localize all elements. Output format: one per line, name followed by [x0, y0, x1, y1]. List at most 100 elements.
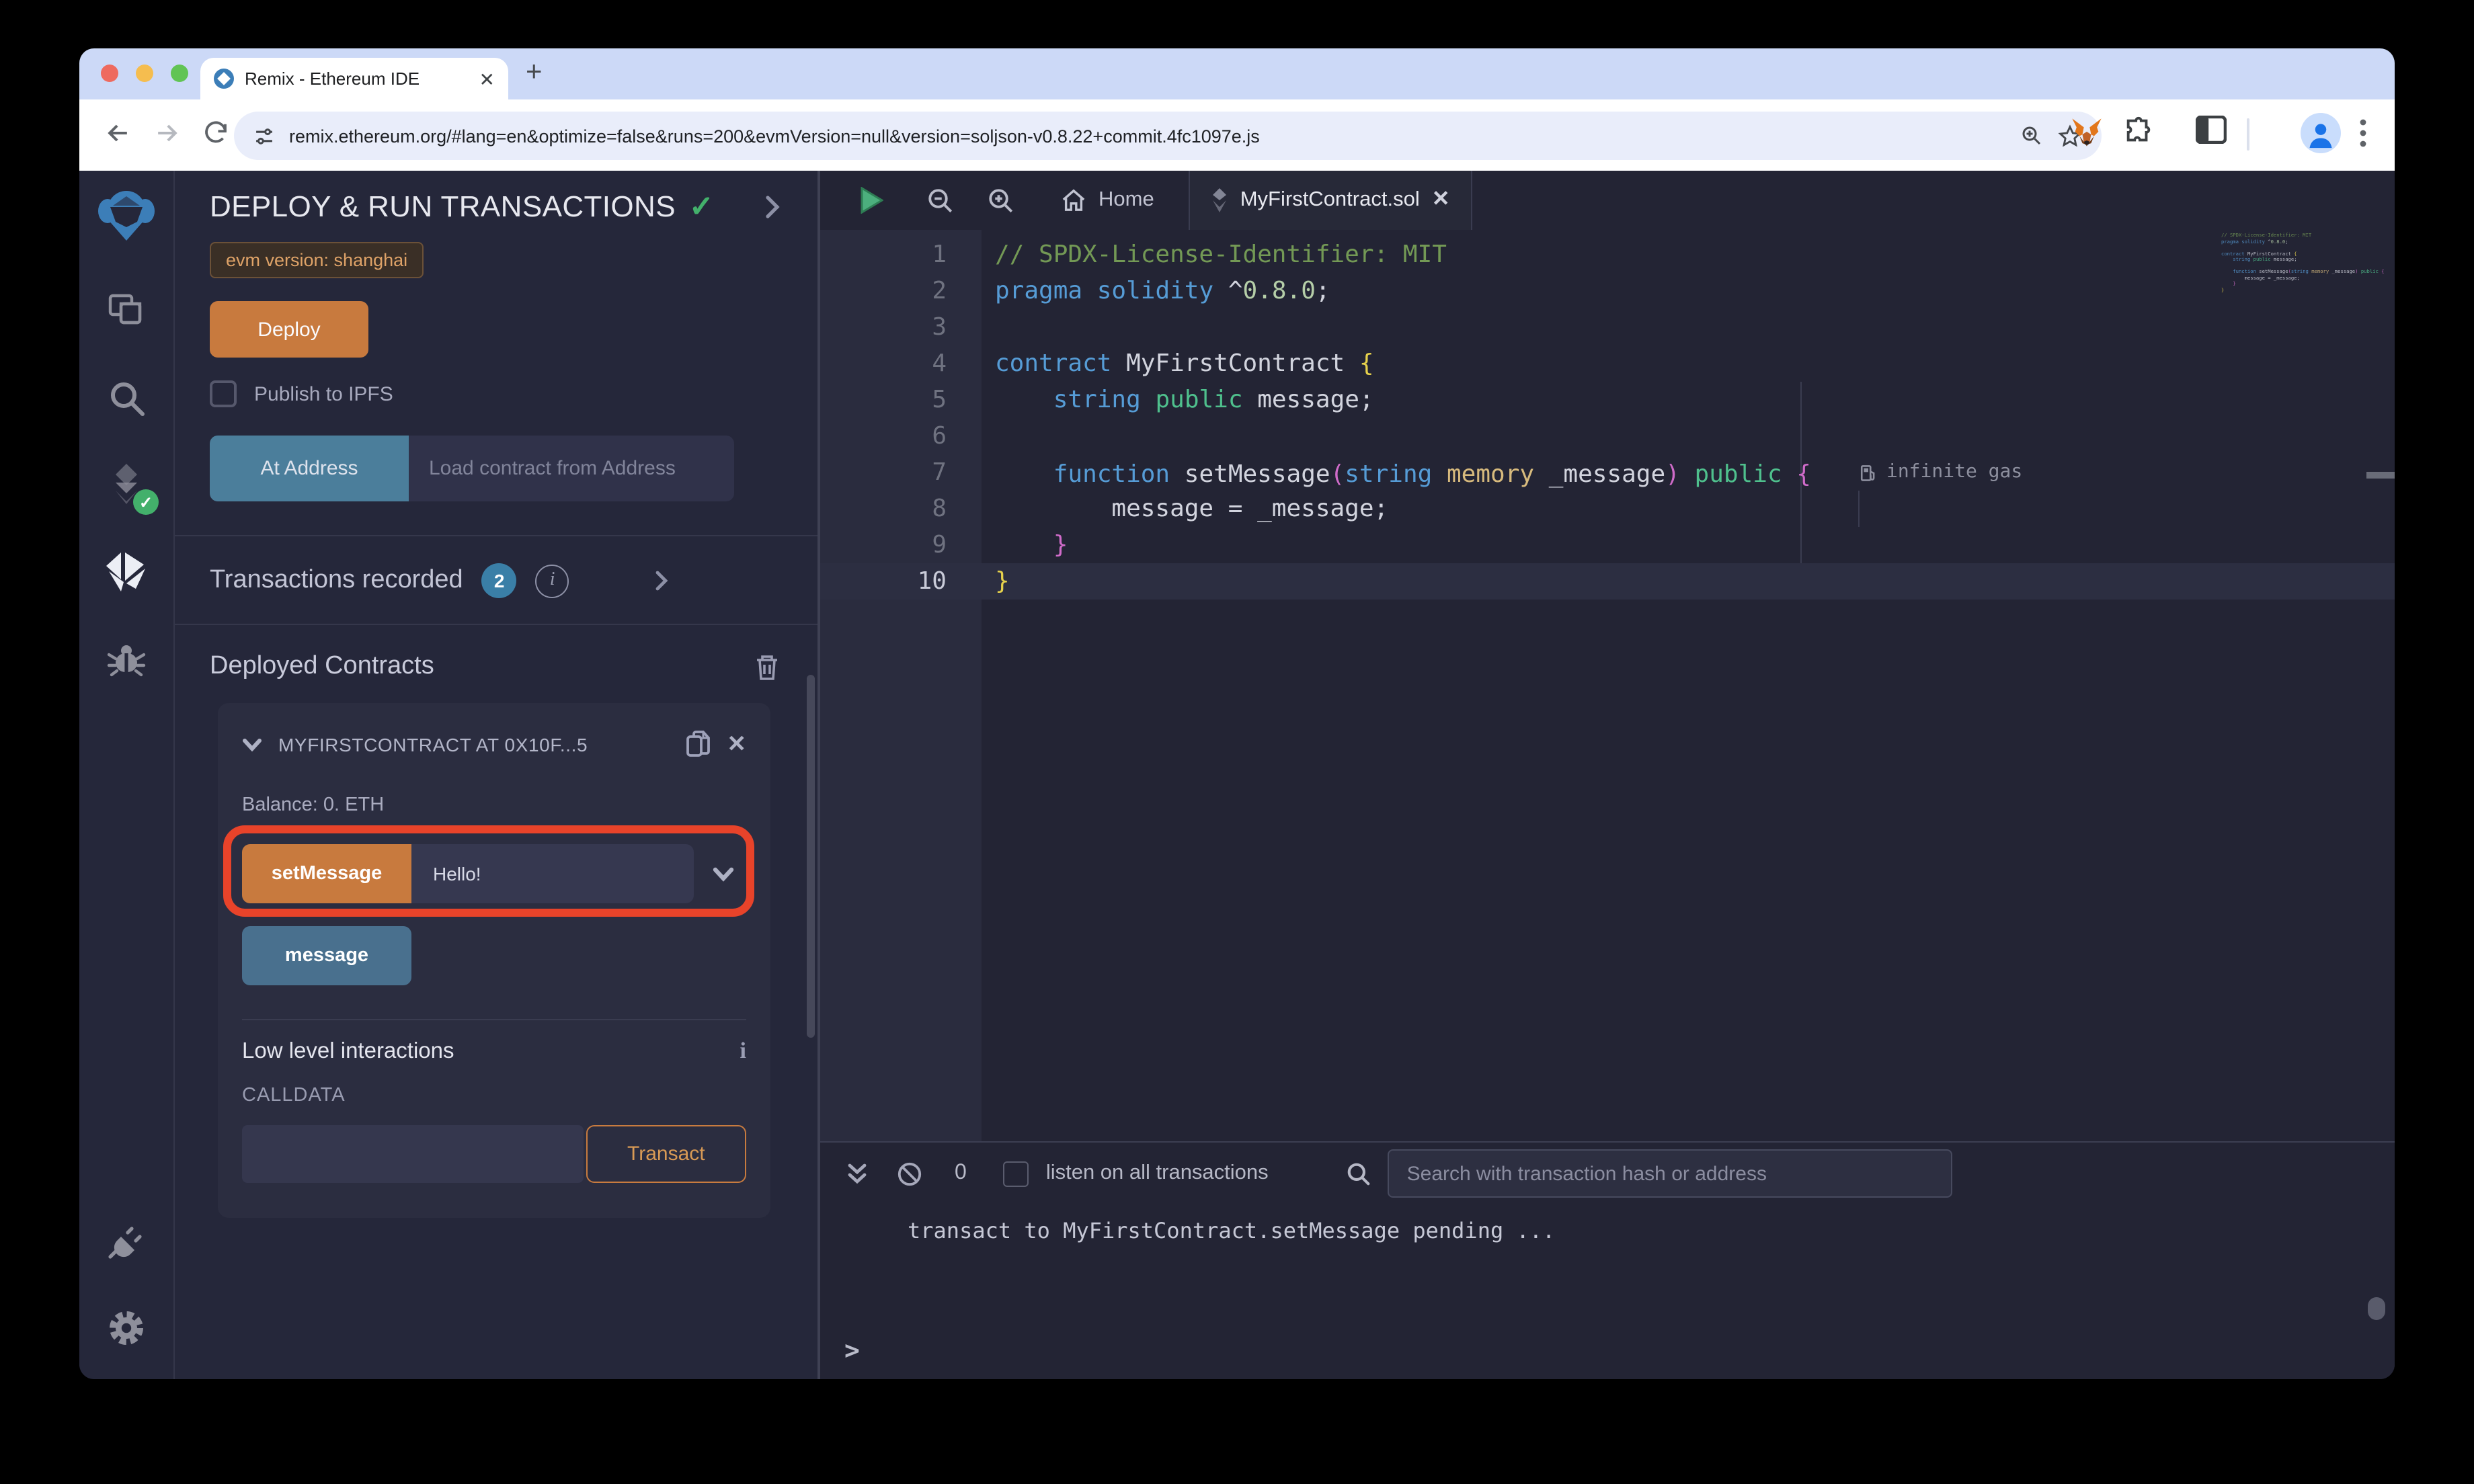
publish-row: Publish to IPFS — [210, 380, 780, 407]
transactions-count-badge: 2 — [481, 563, 517, 598]
tune-icon[interactable] — [253, 124, 276, 147]
search-icon[interactable] — [97, 368, 156, 427]
code-token: solidity — [1096, 277, 1214, 305]
browser-tab[interactable]: Remix - Ethereum IDE ✕ — [200, 58, 508, 99]
code-line[interactable]: 10} — [820, 563, 2395, 600]
settings-gear-icon[interactable] — [97, 1298, 156, 1358]
new-tab-button[interactable]: + — [526, 56, 543, 89]
expand-args-chevron-icon[interactable] — [713, 866, 734, 881]
code-line[interactable]: 7 function setMessage(string memory _mes… — [820, 454, 2395, 491]
set-message-button[interactable]: setMessage — [242, 844, 411, 903]
line-number[interactable]: 9 — [820, 527, 982, 563]
low-level-info-icon[interactable]: i — [740, 1038, 746, 1065]
line-number[interactable]: 5 — [820, 382, 982, 418]
deploy-and-run-icon[interactable] — [97, 543, 156, 602]
code-lines: 1// SPDX-License-Identifier: MIT 2 pragma … — [820, 237, 2395, 600]
run-script-play-icon[interactable] — [861, 187, 883, 214]
terminal-scrollbar-thumb[interactable] — [2368, 1297, 2385, 1320]
code-line[interactable]: 8 message = _message; — [820, 491, 2395, 527]
minimap-line: } — [2221, 287, 2366, 293]
code-token: ; — [2285, 239, 2288, 244]
line-number[interactable]: 1 — [820, 237, 982, 273]
code-line[interactable]: 1 // SPDX-License-Identifier: MIT — [820, 237, 2395, 273]
line-number[interactable]: 7 — [820, 454, 982, 491]
extensions-puzzle-icon[interactable] — [2123, 116, 2154, 147]
deployed-contracts-title: Deployed Contracts — [210, 652, 434, 680]
code-line[interactable]: 3 — [820, 309, 2395, 345]
reload-icon[interactable] — [202, 118, 230, 147]
clear-contracts-trash-icon[interactable] — [754, 653, 780, 681]
code-line[interactable]: 6 — [820, 418, 2395, 454]
deploy-button[interactable]: Deploy — [210, 301, 368, 358]
code-line[interactable]: 4 contract MyFirstContract { — [820, 345, 2395, 382]
url-text[interactable]: remix.ethereum.org/#lang=en&optimize=fal… — [289, 126, 2006, 146]
profile-avatar[interactable] — [2301, 113, 2341, 153]
contract-collapse-chevron-icon[interactable] — [242, 737, 262, 751]
tab-myfirstcontract[interactable]: MyFirstContract.sol ✕ — [1189, 171, 1473, 230]
line-number[interactable]: 8 — [820, 491, 982, 527]
zoom-page-icon[interactable] — [2020, 124, 2044, 148]
collapse-terminal-icon[interactable] — [847, 1162, 867, 1185]
code-editor[interactable]: 1// SPDX-License-Identifier: MIT 2 pragma … — [820, 230, 2395, 1141]
remove-contract-icon[interactable]: ✕ — [727, 733, 747, 755]
transact-button[interactable]: Transact — [586, 1125, 746, 1183]
file-explorer-icon[interactable] — [97, 281, 156, 340]
code-line[interactable]: 2 pragma solidity ^0.8.0; — [820, 273, 2395, 309]
maximize-window-button[interactable] — [171, 65, 188, 82]
contract-balance: Balance: 0. ETH — [242, 794, 385, 816]
copy-address-icon[interactable] — [686, 730, 711, 758]
clear-console-ban-icon[interactable] — [897, 1161, 922, 1186]
code-line[interactable]: 5 string public message; — [820, 382, 2395, 418]
calldata-input[interactable] — [242, 1125, 584, 1183]
terminal-prompt[interactable]: > — [844, 1336, 860, 1366]
back-icon[interactable] — [104, 118, 133, 148]
code-token: MyFirstContract — [2244, 251, 2295, 256]
line-number[interactable]: 3 — [820, 309, 982, 345]
tab-close-icon[interactable]: ✕ — [479, 69, 495, 88]
close-window-button[interactable] — [101, 65, 118, 82]
line-number[interactable]: 2 — [820, 273, 982, 309]
minimize-window-button[interactable] — [136, 65, 153, 82]
code-token: pragma — [2221, 239, 2239, 244]
debugger-icon[interactable] — [97, 630, 156, 690]
terminal-log-line: transact to MyFirstContract.setMessage p… — [908, 1218, 1556, 1243]
code-text: } — [982, 527, 1068, 563]
code-token: } — [2221, 287, 2225, 292]
file-tab-close-icon[interactable]: ✕ — [1432, 189, 1450, 211]
panel-collapse-chevron-icon[interactable] — [765, 195, 780, 219]
code-token: pragma — [995, 277, 1083, 305]
at-address-button[interactable]: At Address — [210, 436, 409, 501]
solidity-compiler-icon[interactable]: ✓ — [97, 456, 159, 515]
set-message-input[interactable]: Hello! — [411, 844, 694, 903]
plugin-manager-icon[interactable] — [97, 1211, 156, 1270]
tab-home[interactable]: Home — [1061, 188, 1154, 212]
message-button[interactable]: message — [242, 926, 411, 985]
omnibox[interactable]: remix.ethereum.org/#lang=en&optimize=fal… — [234, 112, 2102, 160]
zoom-out-icon[interactable] — [926, 186, 955, 214]
line-number[interactable]: 10 — [820, 563, 982, 600]
listen-transactions-checkbox[interactable] — [1002, 1161, 1029, 1186]
browser-menu-kebab-icon[interactable] — [2360, 118, 2366, 148]
transactions-expand-chevron-icon[interactable] — [655, 570, 669, 591]
zoom-in-icon[interactable] — [987, 186, 1015, 214]
panel-scrollbar-thumb[interactable] — [807, 675, 815, 1038]
at-address-input[interactable]: Load contract from Address — [409, 436, 734, 501]
code-line[interactable]: 9 } — [820, 527, 2395, 563]
screen: Remix - Ethereum IDE ✕ + remix.ethereum.… — [0, 0, 2474, 1484]
deploy-run-panel: DEPLOY & RUN TRANSACTIONS ✓ evm version:… — [175, 171, 820, 1379]
solidity-file-icon — [1212, 188, 1228, 212]
editor-scrollbar-mark[interactable] — [2366, 472, 2395, 479]
line-number[interactable]: 4 — [820, 345, 982, 382]
code-token: 0.8.0 — [2270, 239, 2286, 244]
forward-icon[interactable] — [152, 118, 182, 148]
editor-tabbar: Home MyFirstContract.sol ✕ — [820, 171, 2395, 230]
line-number[interactable]: 6 — [820, 418, 982, 454]
publish-ipfs-checkbox[interactable] — [210, 380, 237, 407]
terminal-search-input[interactable]: Search with transaction hash or address — [1388, 1149, 1953, 1198]
code-token: setMessage — [2256, 269, 2288, 274]
metamask-icon[interactable] — [2069, 116, 2104, 151]
transactions-info-icon[interactable]: i — [535, 564, 569, 597]
terminal-toolbar: 0 listen on all transactions Search with… — [820, 1143, 2395, 1204]
side-panel-icon[interactable] — [2196, 116, 2227, 144]
editor-minimap[interactable]: // SPDX-License-Identifier: MIT pragma so… — [2221, 233, 2385, 293]
